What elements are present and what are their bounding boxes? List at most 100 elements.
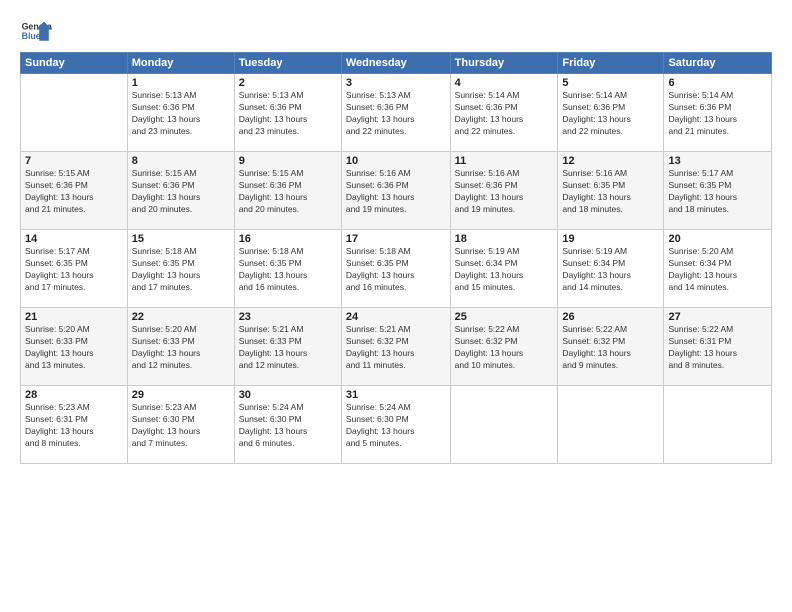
day-info: Sunrise: 5:19 AM Sunset: 6:34 PM Dayligh… [455, 246, 554, 294]
day-info: Sunrise: 5:18 AM Sunset: 6:35 PM Dayligh… [132, 246, 230, 294]
calendar-cell: 13Sunrise: 5:17 AM Sunset: 6:35 PM Dayli… [664, 152, 772, 230]
calendar-cell: 23Sunrise: 5:21 AM Sunset: 6:33 PM Dayli… [234, 308, 341, 386]
day-info: Sunrise: 5:22 AM Sunset: 6:32 PM Dayligh… [455, 324, 554, 372]
day-info: Sunrise: 5:19 AM Sunset: 6:34 PM Dayligh… [562, 246, 659, 294]
day-info: Sunrise: 5:17 AM Sunset: 6:35 PM Dayligh… [25, 246, 123, 294]
day-number: 16 [239, 233, 337, 245]
calendar-cell [450, 386, 558, 464]
calendar-cell: 28Sunrise: 5:23 AM Sunset: 6:31 PM Dayli… [21, 386, 128, 464]
calendar-cell: 31Sunrise: 5:24 AM Sunset: 6:30 PM Dayli… [341, 386, 450, 464]
weekday-header-sunday: Sunday [21, 53, 128, 74]
day-number: 21 [25, 311, 123, 323]
day-info: Sunrise: 5:17 AM Sunset: 6:35 PM Dayligh… [668, 168, 767, 216]
day-info: Sunrise: 5:18 AM Sunset: 6:35 PM Dayligh… [346, 246, 446, 294]
day-info: Sunrise: 5:15 AM Sunset: 6:36 PM Dayligh… [25, 168, 123, 216]
calendar-cell: 9Sunrise: 5:15 AM Sunset: 6:36 PM Daylig… [234, 152, 341, 230]
calendar-week-row: 14Sunrise: 5:17 AM Sunset: 6:35 PM Dayli… [21, 230, 772, 308]
day-number: 13 [668, 155, 767, 167]
svg-text:Blue: Blue [22, 31, 41, 41]
day-info: Sunrise: 5:14 AM Sunset: 6:36 PM Dayligh… [455, 90, 554, 138]
calendar-table: SundayMondayTuesdayWednesdayThursdayFrid… [20, 52, 772, 464]
day-number: 14 [25, 233, 123, 245]
day-info: Sunrise: 5:16 AM Sunset: 6:36 PM Dayligh… [346, 168, 446, 216]
weekday-header-friday: Friday [558, 53, 664, 74]
day-info: Sunrise: 5:22 AM Sunset: 6:31 PM Dayligh… [668, 324, 767, 372]
day-info: Sunrise: 5:13 AM Sunset: 6:36 PM Dayligh… [346, 90, 446, 138]
weekday-header-row: SundayMondayTuesdayWednesdayThursdayFrid… [21, 53, 772, 74]
calendar-cell: 6Sunrise: 5:14 AM Sunset: 6:36 PM Daylig… [664, 74, 772, 152]
calendar-cell: 27Sunrise: 5:22 AM Sunset: 6:31 PM Dayli… [664, 308, 772, 386]
calendar-cell: 3Sunrise: 5:13 AM Sunset: 6:36 PM Daylig… [341, 74, 450, 152]
calendar-cell [21, 74, 128, 152]
calendar-cell: 7Sunrise: 5:15 AM Sunset: 6:36 PM Daylig… [21, 152, 128, 230]
weekday-header-saturday: Saturday [664, 53, 772, 74]
calendar-cell: 25Sunrise: 5:22 AM Sunset: 6:32 PM Dayli… [450, 308, 558, 386]
day-number: 31 [346, 389, 446, 401]
day-number: 30 [239, 389, 337, 401]
calendar-cell [558, 386, 664, 464]
calendar-cell: 2Sunrise: 5:13 AM Sunset: 6:36 PM Daylig… [234, 74, 341, 152]
calendar-cell: 12Sunrise: 5:16 AM Sunset: 6:35 PM Dayli… [558, 152, 664, 230]
day-number: 26 [562, 311, 659, 323]
day-number: 10 [346, 155, 446, 167]
day-info: Sunrise: 5:23 AM Sunset: 6:30 PM Dayligh… [132, 402, 230, 450]
day-info: Sunrise: 5:13 AM Sunset: 6:36 PM Dayligh… [239, 90, 337, 138]
day-number: 17 [346, 233, 446, 245]
day-number: 29 [132, 389, 230, 401]
day-info: Sunrise: 5:22 AM Sunset: 6:32 PM Dayligh… [562, 324, 659, 372]
calendar-week-row: 21Sunrise: 5:20 AM Sunset: 6:33 PM Dayli… [21, 308, 772, 386]
day-number: 6 [668, 77, 767, 89]
calendar-cell: 20Sunrise: 5:20 AM Sunset: 6:34 PM Dayli… [664, 230, 772, 308]
logo-icon: General Blue [20, 18, 52, 46]
day-number: 19 [562, 233, 659, 245]
calendar-cell: 15Sunrise: 5:18 AM Sunset: 6:35 PM Dayli… [127, 230, 234, 308]
day-info: Sunrise: 5:20 AM Sunset: 6:33 PM Dayligh… [25, 324, 123, 372]
day-info: Sunrise: 5:20 AM Sunset: 6:34 PM Dayligh… [668, 246, 767, 294]
day-number: 1 [132, 77, 230, 89]
day-number: 27 [668, 311, 767, 323]
day-info: Sunrise: 5:14 AM Sunset: 6:36 PM Dayligh… [562, 90, 659, 138]
calendar-cell: 8Sunrise: 5:15 AM Sunset: 6:36 PM Daylig… [127, 152, 234, 230]
day-number: 9 [239, 155, 337, 167]
day-number: 8 [132, 155, 230, 167]
calendar-cell: 22Sunrise: 5:20 AM Sunset: 6:33 PM Dayli… [127, 308, 234, 386]
calendar-cell: 1Sunrise: 5:13 AM Sunset: 6:36 PM Daylig… [127, 74, 234, 152]
calendar-cell: 11Sunrise: 5:16 AM Sunset: 6:36 PM Dayli… [450, 152, 558, 230]
day-info: Sunrise: 5:23 AM Sunset: 6:31 PM Dayligh… [25, 402, 123, 450]
day-info: Sunrise: 5:15 AM Sunset: 6:36 PM Dayligh… [239, 168, 337, 216]
calendar-cell: 19Sunrise: 5:19 AM Sunset: 6:34 PM Dayli… [558, 230, 664, 308]
day-info: Sunrise: 5:16 AM Sunset: 6:35 PM Dayligh… [562, 168, 659, 216]
day-info: Sunrise: 5:15 AM Sunset: 6:36 PM Dayligh… [132, 168, 230, 216]
calendar-cell: 10Sunrise: 5:16 AM Sunset: 6:36 PM Dayli… [341, 152, 450, 230]
day-number: 18 [455, 233, 554, 245]
calendar-cell: 5Sunrise: 5:14 AM Sunset: 6:36 PM Daylig… [558, 74, 664, 152]
day-number: 11 [455, 155, 554, 167]
day-info: Sunrise: 5:16 AM Sunset: 6:36 PM Dayligh… [455, 168, 554, 216]
day-info: Sunrise: 5:24 AM Sunset: 6:30 PM Dayligh… [239, 402, 337, 450]
calendar-cell: 4Sunrise: 5:14 AM Sunset: 6:36 PM Daylig… [450, 74, 558, 152]
calendar-cell [664, 386, 772, 464]
calendar-cell: 24Sunrise: 5:21 AM Sunset: 6:32 PM Dayli… [341, 308, 450, 386]
day-info: Sunrise: 5:13 AM Sunset: 6:36 PM Dayligh… [132, 90, 230, 138]
day-number: 4 [455, 77, 554, 89]
day-number: 24 [346, 311, 446, 323]
calendar-week-row: 7Sunrise: 5:15 AM Sunset: 6:36 PM Daylig… [21, 152, 772, 230]
calendar-cell: 14Sunrise: 5:17 AM Sunset: 6:35 PM Dayli… [21, 230, 128, 308]
day-number: 22 [132, 311, 230, 323]
calendar-cell: 18Sunrise: 5:19 AM Sunset: 6:34 PM Dayli… [450, 230, 558, 308]
day-number: 2 [239, 77, 337, 89]
calendar-cell: 21Sunrise: 5:20 AM Sunset: 6:33 PM Dayli… [21, 308, 128, 386]
weekday-header-tuesday: Tuesday [234, 53, 341, 74]
calendar-cell: 16Sunrise: 5:18 AM Sunset: 6:35 PM Dayli… [234, 230, 341, 308]
weekday-header-thursday: Thursday [450, 53, 558, 74]
day-number: 5 [562, 77, 659, 89]
calendar-cell: 17Sunrise: 5:18 AM Sunset: 6:35 PM Dayli… [341, 230, 450, 308]
calendar-cell: 26Sunrise: 5:22 AM Sunset: 6:32 PM Dayli… [558, 308, 664, 386]
day-info: Sunrise: 5:14 AM Sunset: 6:36 PM Dayligh… [668, 90, 767, 138]
day-number: 25 [455, 311, 554, 323]
day-number: 28 [25, 389, 123, 401]
logo: General Blue [20, 18, 52, 46]
day-number: 3 [346, 77, 446, 89]
calendar-cell: 30Sunrise: 5:24 AM Sunset: 6:30 PM Dayli… [234, 386, 341, 464]
day-number: 12 [562, 155, 659, 167]
